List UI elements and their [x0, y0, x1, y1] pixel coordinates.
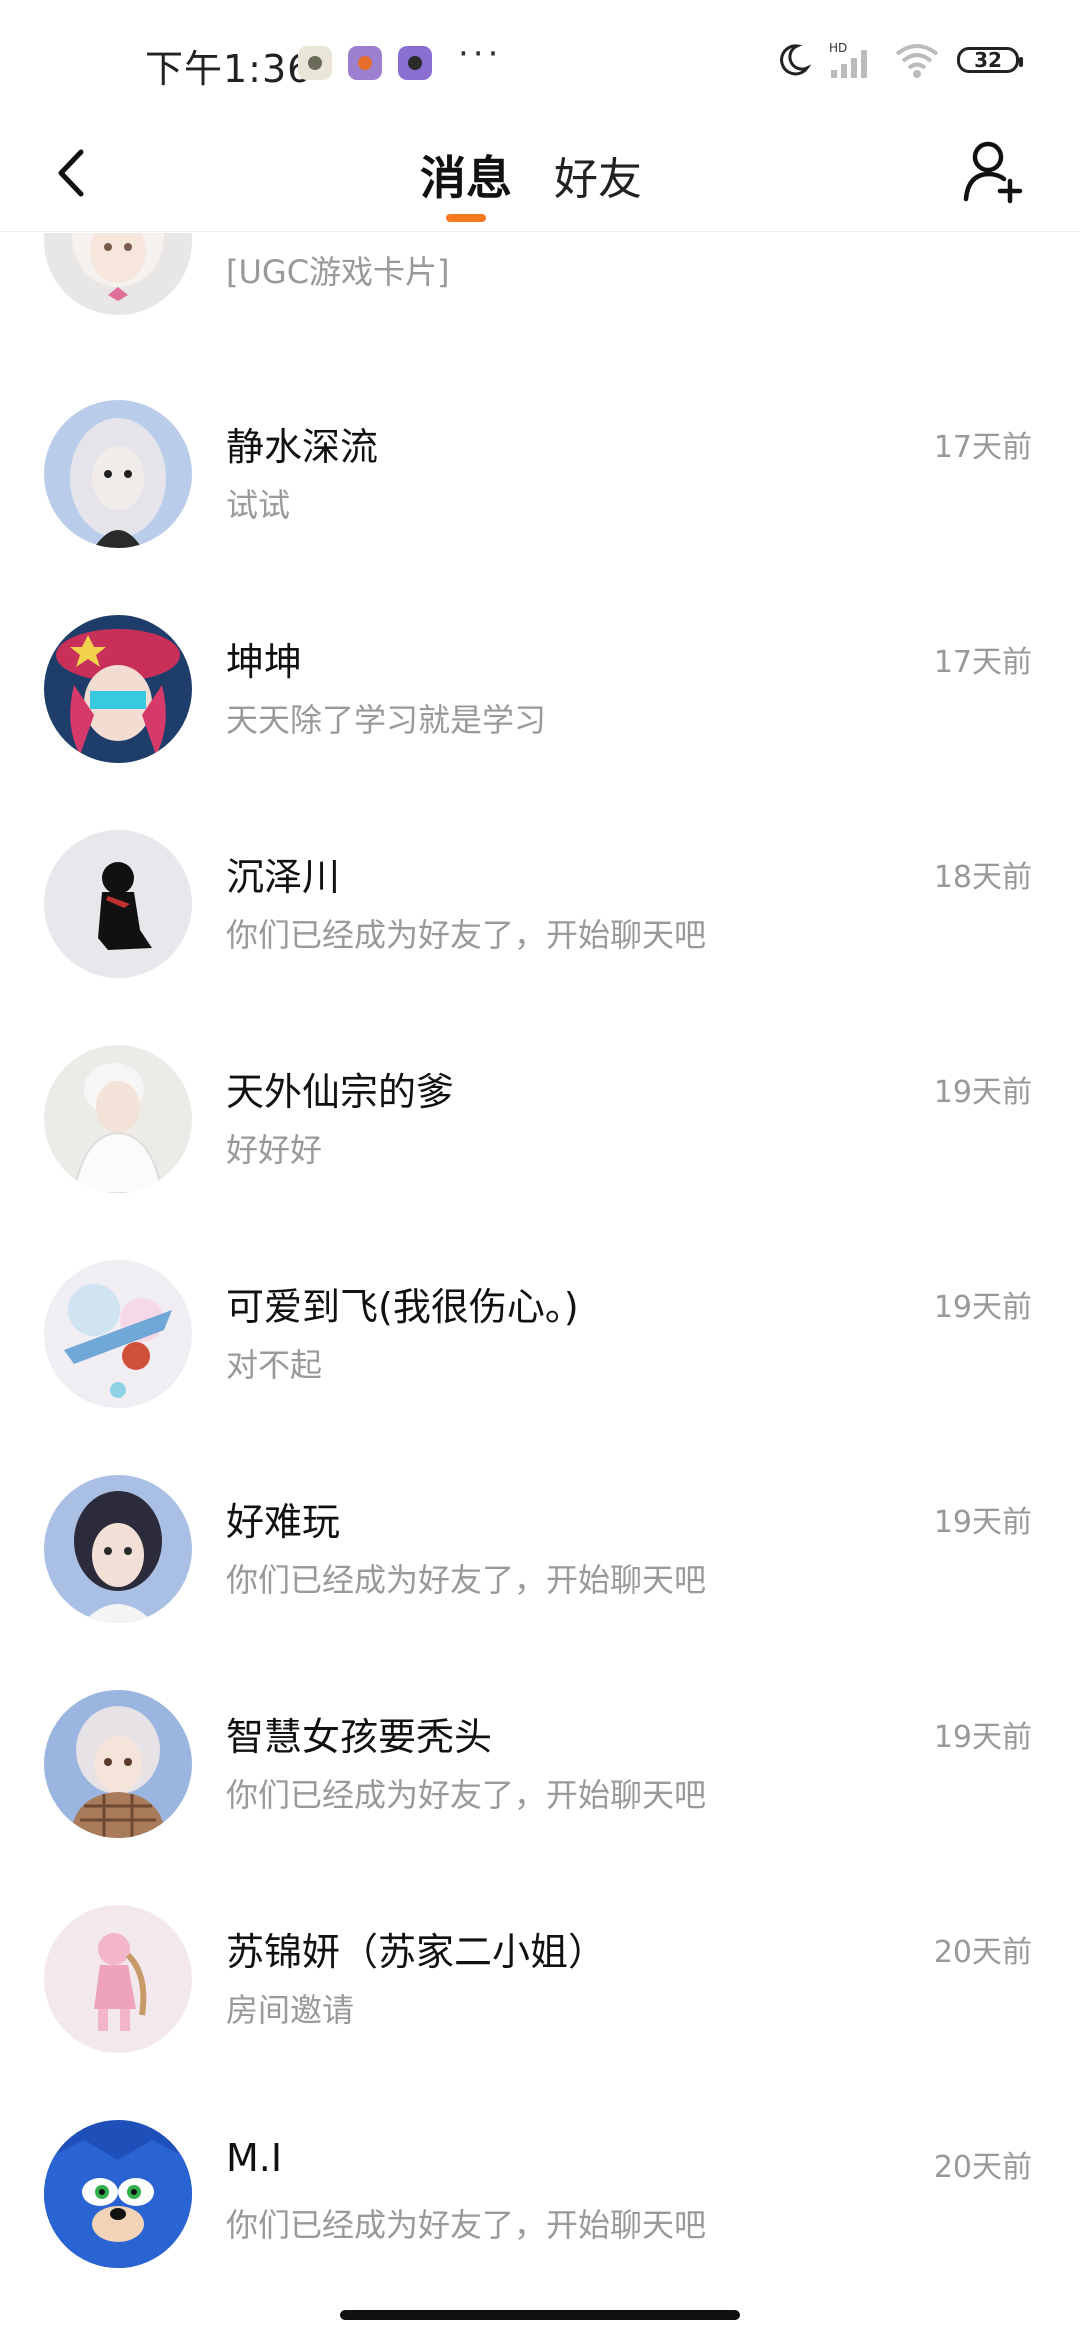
tab-messages-label: 消息	[420, 151, 512, 205]
message-time: 17天前	[933, 645, 1032, 680]
conversation-row[interactable]: 苏锦妍（苏家二小姐） 房间邀请 20天前	[0, 1865, 1080, 2080]
message-time: 19天前	[933, 1290, 1032, 1325]
message-time: 19天前	[933, 1720, 1032, 1755]
message-preview: 你们已经成为好友了，开始聊天吧	[226, 1776, 707, 1814]
conversation-row[interactable]: 智慧女孩要秃头 你们已经成为好友了，开始聊天吧 19天前	[0, 1650, 1080, 1865]
black-figure-avatar-icon	[44, 830, 192, 978]
avatar	[44, 1045, 192, 1193]
contact-name: 沉泽川	[226, 855, 341, 899]
conversation-row[interactable]: 沉泽川 你们已经成为好友了，开始聊天吧 18天前	[0, 790, 1080, 1005]
avatar	[44, 1905, 192, 2053]
tab-active-indicator	[446, 214, 486, 222]
message-preview: 房间邀请	[226, 1991, 355, 2029]
message-preview: [UGC游戏卡片]	[226, 253, 450, 291]
message-time: 20天前	[933, 2150, 1032, 2185]
conversation-row[interactable]: M.I 你们已经成为好友了，开始聊天吧 20天前	[0, 2080, 1080, 2293]
conversation-row[interactable]: 天外仙宗的爹 好好好 19天前	[0, 1005, 1080, 1220]
message-preview: 对不起	[226, 1346, 323, 1384]
app-notification-icon	[348, 46, 382, 80]
blue-hedgehog-avatar-icon	[44, 2120, 192, 2268]
battery-level: 32	[974, 48, 1002, 72]
message-preview: 你们已经成为好友了，开始聊天吧	[226, 2206, 707, 2244]
message-time: 17天前	[933, 430, 1032, 465]
do-not-disturb-moon-icon	[780, 44, 811, 76]
contact-name: 可爱到飞(我很伤心。)	[226, 1285, 579, 1329]
hd-label: HD	[829, 41, 847, 55]
message-preview: 好好好	[226, 1131, 323, 1169]
silver-hair-avatar-icon	[44, 400, 192, 548]
conversation-row[interactable]: [UGC游戏卡片]	[0, 233, 1080, 342]
conversation-row[interactable]: 坤坤 天天除了学习就是学习 17天前	[0, 575, 1080, 790]
status-right: HD 32	[775, 40, 1023, 80]
avatar	[44, 400, 192, 548]
message-preview: 你们已经成为好友了，开始聊天吧	[226, 1561, 707, 1599]
tab-friends[interactable]: 好友	[554, 130, 642, 220]
colorful-avatar-icon	[44, 1260, 192, 1408]
message-time: 19天前	[933, 1505, 1032, 1540]
avatar	[44, 1260, 192, 1408]
back-button[interactable]	[40, 138, 100, 208]
status-time: 下午1:36	[145, 47, 313, 91]
avatar	[44, 1475, 192, 1623]
message-time: 19天前	[933, 1075, 1032, 1110]
pink-hat-avatar-icon	[44, 615, 192, 763]
signal-icon: HD	[829, 41, 867, 78]
contact-name: 天外仙宗的爹	[226, 1070, 455, 1114]
conversation-row[interactable]: 好难玩 你们已经成为好友了，开始聊天吧 19天前	[0, 1435, 1080, 1650]
message-preview: 天天除了学习就是学习	[226, 701, 547, 739]
white-robe-avatar-icon	[44, 1045, 192, 1193]
message-preview: 试试	[226, 486, 291, 524]
dark-hair-avatar-icon	[44, 1475, 192, 1623]
plaid-scarf-avatar-icon	[44, 1690, 192, 1838]
pink-doll-avatar-icon	[44, 1905, 192, 2053]
app-notification-icon	[298, 46, 332, 80]
wifi-icon	[895, 44, 939, 78]
avatar	[44, 2120, 192, 2268]
tab-messages[interactable]: 消息	[420, 130, 512, 222]
white-hair-girl-avatar-icon	[44, 233, 192, 315]
contact-name: M.I	[226, 2136, 283, 2180]
status-app-icons	[298, 46, 432, 80]
avatar	[44, 830, 192, 978]
contact-name: 好难玩	[226, 1500, 341, 1544]
message-time: 18天前	[933, 860, 1032, 895]
contact-name: 智慧女孩要秃头	[226, 1715, 493, 1759]
conversation-row[interactable]: 静水深流 试试 17天前	[0, 360, 1080, 575]
conversation-row[interactable]: 可爱到飞(我很伤心。) 对不起 19天前	[0, 1220, 1080, 1435]
home-indicator[interactable]	[340, 2310, 740, 2320]
avatar	[44, 615, 192, 763]
add-friend-button[interactable]	[958, 134, 1028, 210]
message-list: [UGC游戏卡片] 静水深流 试试 17天前 坤坤 天天除了学习就是学习 17天…	[0, 233, 1080, 2293]
status-bar: 下午1:36 ··· HD 32	[0, 0, 1080, 120]
contact-name: 静水深流	[226, 425, 379, 469]
message-time: 20天前	[933, 1935, 1032, 1970]
avatar	[44, 233, 192, 315]
status-more-icon: ···	[458, 34, 503, 74]
battery-icon: 32	[957, 47, 1023, 73]
avatar	[44, 1690, 192, 1838]
contact-name: 苏锦妍（苏家二小姐）	[226, 1930, 607, 1974]
app-notification-icon	[398, 46, 432, 80]
header: 消息 好友	[0, 120, 1080, 232]
contact-name: 坤坤	[226, 640, 303, 684]
add-user-icon	[963, 141, 1023, 204]
tab-bar: 消息 好友	[420, 130, 642, 222]
tab-friends-label: 好友	[554, 154, 642, 205]
chevron-left-icon	[58, 149, 84, 197]
message-preview: 你们已经成为好友了，开始聊天吧	[226, 916, 707, 954]
